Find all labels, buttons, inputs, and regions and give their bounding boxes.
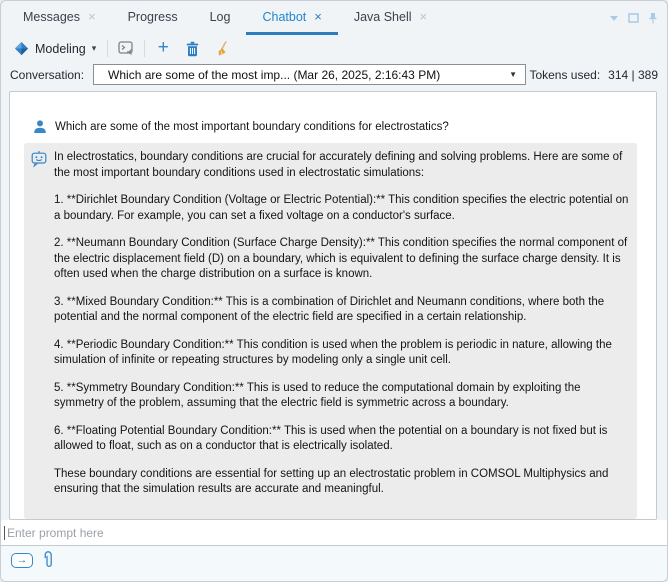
user-message-row: Which are some of the most important bou… <box>32 119 636 135</box>
send-arrow-icon: → <box>17 555 28 566</box>
tab-messages-label: Messages <box>23 10 80 24</box>
delete-conversation-button[interactable] <box>181 38 203 60</box>
chat-transcript: Which are some of the most important bou… <box>9 91 657 520</box>
chatbot-robot-icon <box>30 150 48 168</box>
tab-java-shell-label: Java Shell <box>354 10 412 24</box>
tab-chatbot[interactable]: Chatbot × <box>246 1 337 35</box>
conversation-select[interactable]: Which are some of the most imp... (Mar 2… <box>93 64 526 85</box>
mode-selector-button[interactable]: Modeling ▾ <box>10 39 100 58</box>
conversation-label: Conversation: <box>10 68 84 82</box>
toolbar-divider <box>107 40 108 57</box>
send-button[interactable]: → <box>11 553 33 568</box>
paperclip-icon <box>43 551 54 570</box>
toolbar-divider <box>144 40 145 57</box>
bot-message-bubble: In electrostatics, boundary conditions a… <box>24 143 637 519</box>
modeling-diamond-icon <box>14 41 29 56</box>
tokens-used: Tokens used: 314 | 389 <box>529 68 658 82</box>
trash-icon <box>185 41 200 57</box>
attach-file-button[interactable] <box>43 551 54 570</box>
bot-paragraph: 1. **Dirichlet Boundary Condition (Volta… <box>54 193 629 224</box>
bot-paragraph: 4. **Periodic Boundary Condition:** This… <box>54 338 629 369</box>
bot-message-text: In electrostatics, boundary conditions a… <box>54 148 629 510</box>
tab-chatbot-label: Chatbot <box>262 10 306 24</box>
prompt-input[interactable] <box>7 526 667 540</box>
tab-messages-close-icon[interactable]: × <box>88 10 96 23</box>
mode-selector-caret-icon: ▾ <box>92 44 97 53</box>
new-conversation-button[interactable]: + <box>152 38 174 60</box>
bot-paragraph: 5. **Symmetry Boundary Condition:** This… <box>54 381 629 412</box>
pin-icon[interactable] <box>648 12 658 24</box>
maximize-icon[interactable] <box>628 13 639 23</box>
tab-chatbot-close-icon[interactable]: × <box>314 10 322 23</box>
tab-bar: Messages × Progress Log Chatbot × Java S… <box>1 1 667 35</box>
user-message-text: Which are some of the most important bou… <box>55 121 449 133</box>
tab-log-label: Log <box>210 10 231 24</box>
bot-paragraph: 6. **Floating Potential Boundary Conditi… <box>54 424 629 455</box>
conversation-selected-option: Which are some of the most imp... (Mar 2… <box>108 68 503 82</box>
prompt-row <box>1 520 667 546</box>
tab-java-shell[interactable]: Java Shell × <box>338 1 443 35</box>
tab-progress-label: Progress <box>128 10 178 24</box>
bot-paragraph: In electrostatics, boundary conditions a… <box>54 150 629 181</box>
minimize-chevron-icon[interactable] <box>609 15 619 22</box>
user-avatar-icon <box>32 119 48 135</box>
chatbot-panel-window: Messages × Progress Log Chatbot × Java S… <box>0 0 668 582</box>
prompt-actions: → <box>1 546 667 581</box>
bot-paragraph: 3. **Mixed Boundary Condition:** This is… <box>54 295 629 326</box>
view-controls <box>609 12 658 24</box>
dropdown-caret-icon: ▼ <box>509 70 517 79</box>
mode-selector-label: Modeling <box>35 42 86 56</box>
tab-progress[interactable]: Progress <box>112 1 194 35</box>
chatbot-toolbar: Modeling ▾ + <box>1 35 667 62</box>
tab-java-shell-close-icon[interactable]: × <box>420 10 428 23</box>
conversation-bar: Conversation: Which are some of the most… <box>1 62 667 87</box>
text-cursor <box>4 526 5 540</box>
plus-icon: + <box>158 38 169 57</box>
bot-paragraph: 2. **Neumann Boundary Condition (Surface… <box>54 236 629 283</box>
clear-conversation-button[interactable] <box>210 38 232 60</box>
tokens-used-label: Tokens used: <box>529 68 600 82</box>
open-console-button[interactable] <box>115 38 137 60</box>
tab-log[interactable]: Log <box>194 1 247 35</box>
broom-icon <box>214 41 229 57</box>
bot-paragraph: These boundary conditions are essential … <box>54 467 629 498</box>
tab-messages[interactable]: Messages × <box>7 1 112 35</box>
tokens-used-value: 314 | 389 <box>608 68 658 82</box>
